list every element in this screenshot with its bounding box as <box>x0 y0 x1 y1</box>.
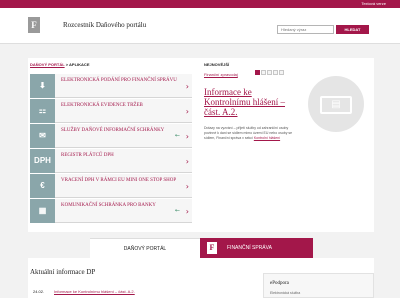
menu-item-label: ELEKTRONICKÁ EVIDENCE TRŽEB <box>61 103 143 108</box>
external-arrow-icon: ← <box>174 207 180 214</box>
application-menu: ⬇ ELEKTRONICKÁ PODÁNÍ PRO FINANČNÍ SPRÁV… <box>30 73 192 223</box>
tab-danovy-portal[interactable]: DAŇOVÝ PORTÁL <box>90 238 200 258</box>
news-more-link[interactable]: Kontrolní hlášení <box>254 136 280 140</box>
chevron-right-icon: › <box>185 182 189 191</box>
top-bar: Textová verze <box>0 0 400 8</box>
menu-item-tax-mailbox[interactable]: ✉ SLUŽBY DAŇOVÉ INFORMAČNÍ SCHRÁNKY ← › <box>30 123 192 148</box>
news-title-link[interactable]: Informace ke Kontrolnímu hlášení – část.… <box>204 87 294 117</box>
download-icon: ⬇ <box>30 74 55 98</box>
tab-label: FINANČNÍ SPRÁVA <box>227 245 272 251</box>
search-input[interactable]: Hledaný výraz <box>277 25 334 34</box>
chevron-right-icon: › <box>185 132 189 141</box>
carousel-dots <box>255 62 285 80</box>
news-item-link[interactable]: Informace ke Kontrolnímu hlášení – část.… <box>54 289 135 294</box>
bank-icon: ▦ <box>30 199 55 223</box>
breadcrumb-root[interactable]: DAŇOVÝ PORTÁL <box>30 62 65 67</box>
carousel-dot[interactable] <box>261 70 266 75</box>
chevron-right-icon: › <box>185 207 189 216</box>
tab-financni-sprava[interactable]: F FINANČNÍ SPRÁVA <box>200 238 313 258</box>
portal-tabs: DAŇOVÝ PORTÁL F FINANČNÍ SPRÁVA <box>90 238 313 258</box>
breadcrumb: DAŇOVÝ PORTÁL > APLIKACE <box>30 62 90 67</box>
menu-item-vat-register[interactable]: DPH REGISTR PLÁTCŮ DPH › <box>30 148 192 173</box>
carousel-dot[interactable] <box>255 70 260 75</box>
financni-sprava-logo-icon: F <box>207 242 217 254</box>
menu-item-vat-refund[interactable]: € VRACENÍ DPH V RÁMCI EU MINI ONE STOP S… <box>30 173 192 198</box>
carousel-dot[interactable] <box>279 70 284 75</box>
newspaper-glyph: ▤ <box>320 96 352 114</box>
chevron-right-icon: › <box>185 107 189 116</box>
epodpora-box[interactable]: ePodpora Elektronická služba <box>263 273 374 298</box>
search-button[interactable]: HLEDAT <box>336 25 369 34</box>
news-text: Dotazy na vyzvání – přijetí služby od za… <box>204 126 294 141</box>
epodpora-title: ePodpora <box>270 281 289 286</box>
section-heading: Aktuální informace DP <box>30 268 96 276</box>
chevron-right-icon: › <box>185 82 189 91</box>
carousel-dot[interactable] <box>273 70 278 75</box>
logo-icon[interactable]: F <box>28 17 40 33</box>
network-icon: ⚏ <box>30 99 55 123</box>
news-heading: NEJNOVĚJŠÍ <box>204 62 230 67</box>
epodpora-text: Elektronická služba <box>270 291 301 295</box>
dph-icon: DPH <box>30 149 55 173</box>
menu-item-label: ELEKTRONICKÁ PODÁNÍ PRO FINANČNÍ SPRÁVU <box>61 78 177 83</box>
menu-item-bank-mailbox[interactable]: ▦ KOMUNIKAČNÍ SCHRÁNKA PRO BANKY ← › <box>30 198 192 223</box>
header: F Rozcestník Daňového portálu Hledaný vý… <box>0 8 400 44</box>
menu-item-label: SLUŽBY DAŇOVÉ INFORMAČNÍ SCHRÁNKY <box>61 128 165 133</box>
chevron-right-icon: › <box>185 157 189 166</box>
text-version-link[interactable]: Textová verze <box>361 1 386 6</box>
carousel-dot[interactable] <box>267 70 272 75</box>
external-arrow-icon: ← <box>174 132 180 139</box>
site-title: Rozcestník Daňového portálu <box>63 21 147 29</box>
menu-item-eet[interactable]: ⚏ ELEKTRONICKÁ EVIDENCE TRŽEB › <box>30 98 192 123</box>
mailbox-icon: ✉ <box>30 124 55 148</box>
menu-item-electronic-filing[interactable]: ⬇ ELEKTRONICKÁ PODÁNÍ PRO FINANČNÍ SPRÁV… <box>30 73 192 98</box>
menu-item-label: KOMUNIKAČNÍ SCHRÁNKA PRO BANKY <box>61 203 156 208</box>
breadcrumb-current: APLIKACE <box>69 62 90 67</box>
newspaper-icon: ▤ <box>308 76 364 132</box>
news-source-link[interactable]: Finanční zpravodaj <box>204 72 238 77</box>
refund-icon: € <box>30 174 55 198</box>
menu-item-label: VRACENÍ DPH V RÁMCI EU MINI ONE STOP SHO… <box>61 178 177 183</box>
news-date: 24.02. <box>33 289 45 294</box>
menu-item-label: REGISTR PLÁTCŮ DPH <box>61 153 114 158</box>
